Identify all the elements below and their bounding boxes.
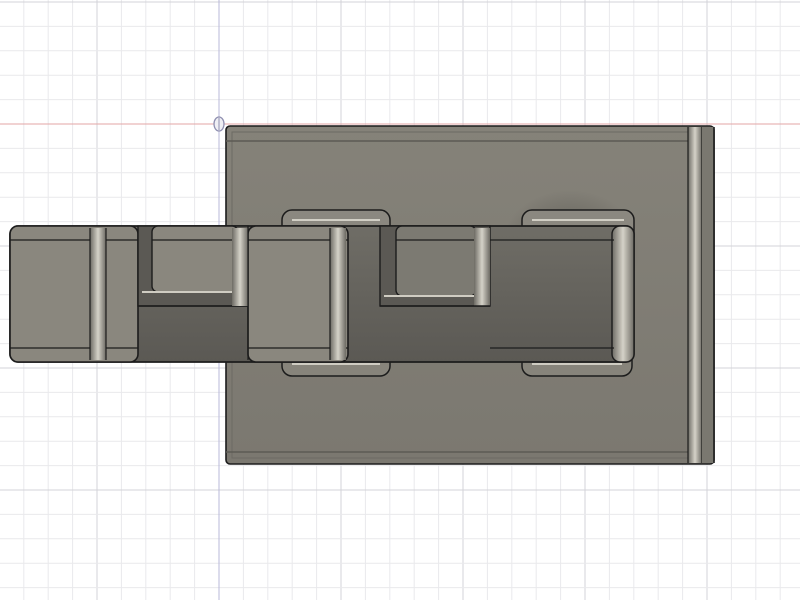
- center-block[interactable]: [232, 225, 349, 363]
- origin-point-icon[interactable]: [213, 116, 225, 132]
- cad-viewport[interactable]: [0, 0, 800, 600]
- viewport-canvas[interactable]: [0, 0, 800, 600]
- left-end-block[interactable]: [9, 225, 139, 363]
- right-slot[interactable]: [379, 225, 491, 307]
- left-slot[interactable]: [137, 225, 249, 307]
